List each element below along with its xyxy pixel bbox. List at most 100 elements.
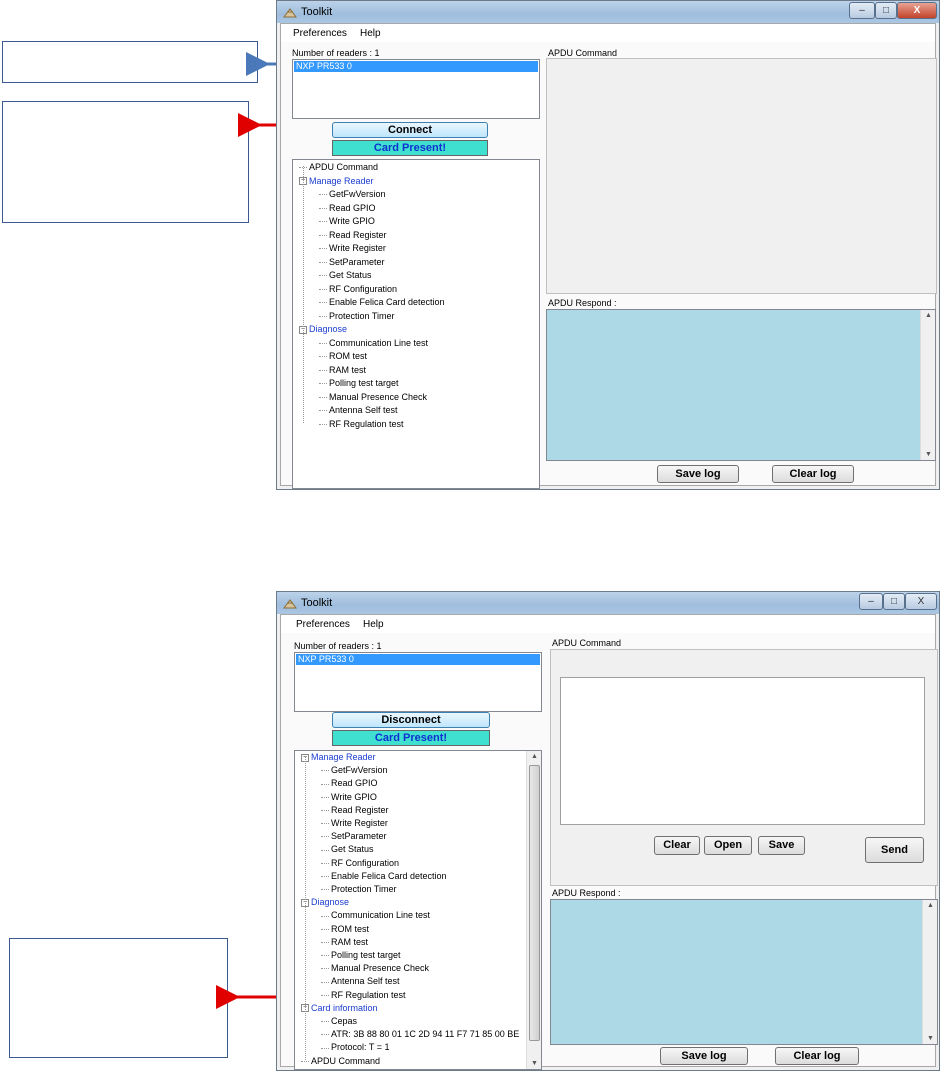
maximize-button[interactable]: □ bbox=[883, 593, 905, 610]
tree-item[interactable]: RAM test bbox=[321, 937, 368, 948]
title-bar[interactable]: Toolkit – □ X bbox=[277, 592, 939, 614]
tree-category[interactable]: − Manage Reader bbox=[301, 752, 376, 763]
close-button[interactable]: X bbox=[897, 2, 937, 19]
clear-log-button[interactable]: Clear log bbox=[772, 465, 854, 483]
function-tree[interactable]: APDU Command − Manage Reader GetFwVersion Re… bbox=[292, 159, 540, 489]
scroll-down-icon[interactable]: ▼ bbox=[921, 451, 936, 458]
readers-list[interactable]: NXP PR533 0 bbox=[294, 652, 542, 712]
apdu-command-panel: Clear Open Save Send bbox=[550, 649, 938, 886]
menu-help[interactable]: Help bbox=[363, 619, 384, 630]
tree-item[interactable]: ROM test bbox=[321, 924, 369, 935]
tree-item[interactable]: GetFwVersion bbox=[321, 765, 388, 776]
tree-item[interactable]: Write GPIO bbox=[321, 792, 377, 803]
tree-scrollbar[interactable]: ▲ ▼ bbox=[526, 751, 541, 1069]
tree-item[interactable]: APDU Command bbox=[299, 162, 378, 173]
scroll-down-icon[interactable]: ▼ bbox=[527, 1060, 542, 1067]
tree-item[interactable]: RF Regulation test bbox=[321, 990, 406, 1001]
scroll-up-icon[interactable]: ▲ bbox=[923, 902, 938, 909]
tree-item-label: RAM test bbox=[329, 364, 367, 375]
tree-item[interactable]: Cepas bbox=[321, 1016, 357, 1027]
disconnect-button[interactable]: Disconnect bbox=[332, 712, 490, 728]
respond-scrollbar[interactable]: ▲ ▼ bbox=[922, 900, 937, 1044]
tree-item[interactable]: Enable Felica Card detection bbox=[321, 871, 447, 882]
maximize-button[interactable]: □ bbox=[875, 2, 897, 19]
respond-scrollbar[interactable]: ▲ ▼ bbox=[920, 310, 935, 460]
apdu-respond-area[interactable]: ▲ ▼ bbox=[546, 309, 936, 461]
tree-item[interactable]: Get Status bbox=[321, 844, 374, 855]
minimize-button[interactable]: – bbox=[849, 2, 875, 19]
tree-item[interactable]: SetParameter bbox=[321, 831, 387, 842]
tree-item[interactable]: Enable Felica Card detection bbox=[319, 297, 445, 308]
tree-category[interactable]: − Diagnose bbox=[299, 324, 347, 335]
tree-item-label: Polling test target bbox=[331, 950, 401, 960]
tree-item[interactable]: Protection Timer bbox=[321, 884, 397, 895]
send-button[interactable]: Send bbox=[865, 837, 924, 863]
readers-list[interactable]: NXP PR533 0 bbox=[292, 59, 540, 119]
title-bar[interactable]: Toolkit – □ X bbox=[277, 1, 939, 23]
scroll-thumb[interactable] bbox=[529, 765, 540, 1041]
tree-item[interactable]: RF Regulation test bbox=[319, 419, 404, 430]
tree-item[interactable]: Manual Presence Check bbox=[319, 392, 427, 403]
tree-item[interactable]: Protection Timer bbox=[319, 311, 395, 322]
tree-item[interactable]: Communication Line test bbox=[321, 910, 430, 921]
tree-item[interactable]: Read GPIO bbox=[319, 203, 376, 214]
tree-connector bbox=[321, 783, 329, 785]
tree-item-label: SetParameter bbox=[331, 831, 387, 842]
tree-connector bbox=[321, 994, 329, 996]
open-button[interactable]: Open bbox=[704, 836, 752, 855]
apdu-respond-area[interactable]: ▲ ▼ bbox=[550, 899, 938, 1045]
function-tree[interactable]: − Manage Reader GetFwVersion Read GPIO Write… bbox=[294, 750, 542, 1070]
tree-item[interactable]: SetParameter bbox=[319, 257, 385, 268]
tree-category[interactable]: − Diagnose bbox=[301, 897, 349, 908]
tree-item[interactable]: Write GPIO bbox=[319, 216, 375, 227]
tree-item[interactable]: ROM test bbox=[319, 351, 367, 362]
reader-item-selected[interactable]: NXP PR533 0 bbox=[294, 61, 538, 72]
close-button[interactable]: X bbox=[905, 593, 937, 610]
tree-item-label: Write GPIO bbox=[331, 791, 377, 802]
save-log-button[interactable]: Save log bbox=[660, 1047, 748, 1065]
tree-item[interactable]: Communication Line test bbox=[319, 338, 428, 349]
connect-button[interactable]: Connect bbox=[332, 122, 488, 138]
minimize-button[interactable]: – bbox=[859, 593, 883, 610]
tree-connector bbox=[319, 221, 327, 223]
tree-item-label: Manage Reader bbox=[311, 752, 376, 762]
tree-item[interactable]: Write Register bbox=[321, 818, 388, 829]
tree-item-label: APDU Command bbox=[309, 162, 379, 172]
tree-item[interactable]: Antenna Self test bbox=[319, 405, 398, 416]
tree-category[interactable]: − Manage Reader bbox=[299, 176, 374, 187]
tree-item[interactable]: Antenna Self test bbox=[321, 976, 400, 987]
tree-item[interactable]: Protocol: T = 1 bbox=[321, 1042, 389, 1053]
tree-item[interactable]: RAM test bbox=[319, 365, 366, 376]
scroll-down-icon[interactable]: ▼ bbox=[923, 1035, 938, 1042]
tree-item[interactable]: GetFwVersion bbox=[319, 189, 386, 200]
tree-item[interactable]: APDU Command bbox=[301, 1056, 380, 1067]
reader-item-selected[interactable]: NXP PR533 0 bbox=[296, 654, 540, 665]
scroll-up-icon[interactable]: ▲ bbox=[921, 312, 936, 319]
client-area: Preferences Help Number of readers : 1 N… bbox=[280, 23, 937, 489]
tree-item[interactable]: Read GPIO bbox=[321, 778, 378, 789]
menu-preferences[interactable]: Preferences bbox=[293, 28, 347, 39]
tree-item[interactable]: ATR: 3B 88 80 01 1C 2D 94 11 F7 71 85 00… bbox=[321, 1029, 519, 1040]
tree-item[interactable]: Read Register bbox=[319, 230, 387, 241]
menu-help[interactable]: Help bbox=[360, 28, 381, 39]
tree-connector bbox=[321, 809, 329, 811]
tree-item[interactable]: Read Register bbox=[321, 805, 389, 816]
tree-item[interactable]: RF Configuration bbox=[319, 284, 397, 295]
clear-button[interactable]: Clear bbox=[654, 836, 700, 855]
tree-item[interactable]: Manual Presence Check bbox=[321, 963, 429, 974]
tree-category[interactable]: − Card information bbox=[301, 1003, 378, 1014]
tree-item[interactable]: Get Status bbox=[319, 270, 372, 281]
save-button[interactable]: Save bbox=[758, 836, 805, 855]
tree-item[interactable]: Polling test target bbox=[321, 950, 401, 961]
scroll-up-icon[interactable]: ▲ bbox=[527, 753, 542, 760]
menu-preferences[interactable]: Preferences bbox=[296, 619, 350, 630]
save-log-button[interactable]: Save log bbox=[657, 465, 739, 483]
tree-connector bbox=[321, 1034, 329, 1036]
apdu-command-input[interactable] bbox=[560, 677, 925, 825]
tree-item[interactable]: Write Register bbox=[319, 243, 386, 254]
clear-log-button[interactable]: Clear log bbox=[775, 1047, 859, 1065]
tree-connector bbox=[321, 915, 329, 917]
tree-item[interactable]: RF Configuration bbox=[321, 858, 399, 869]
callout-box-reader bbox=[2, 41, 258, 83]
tree-item[interactable]: Polling test target bbox=[319, 378, 399, 389]
